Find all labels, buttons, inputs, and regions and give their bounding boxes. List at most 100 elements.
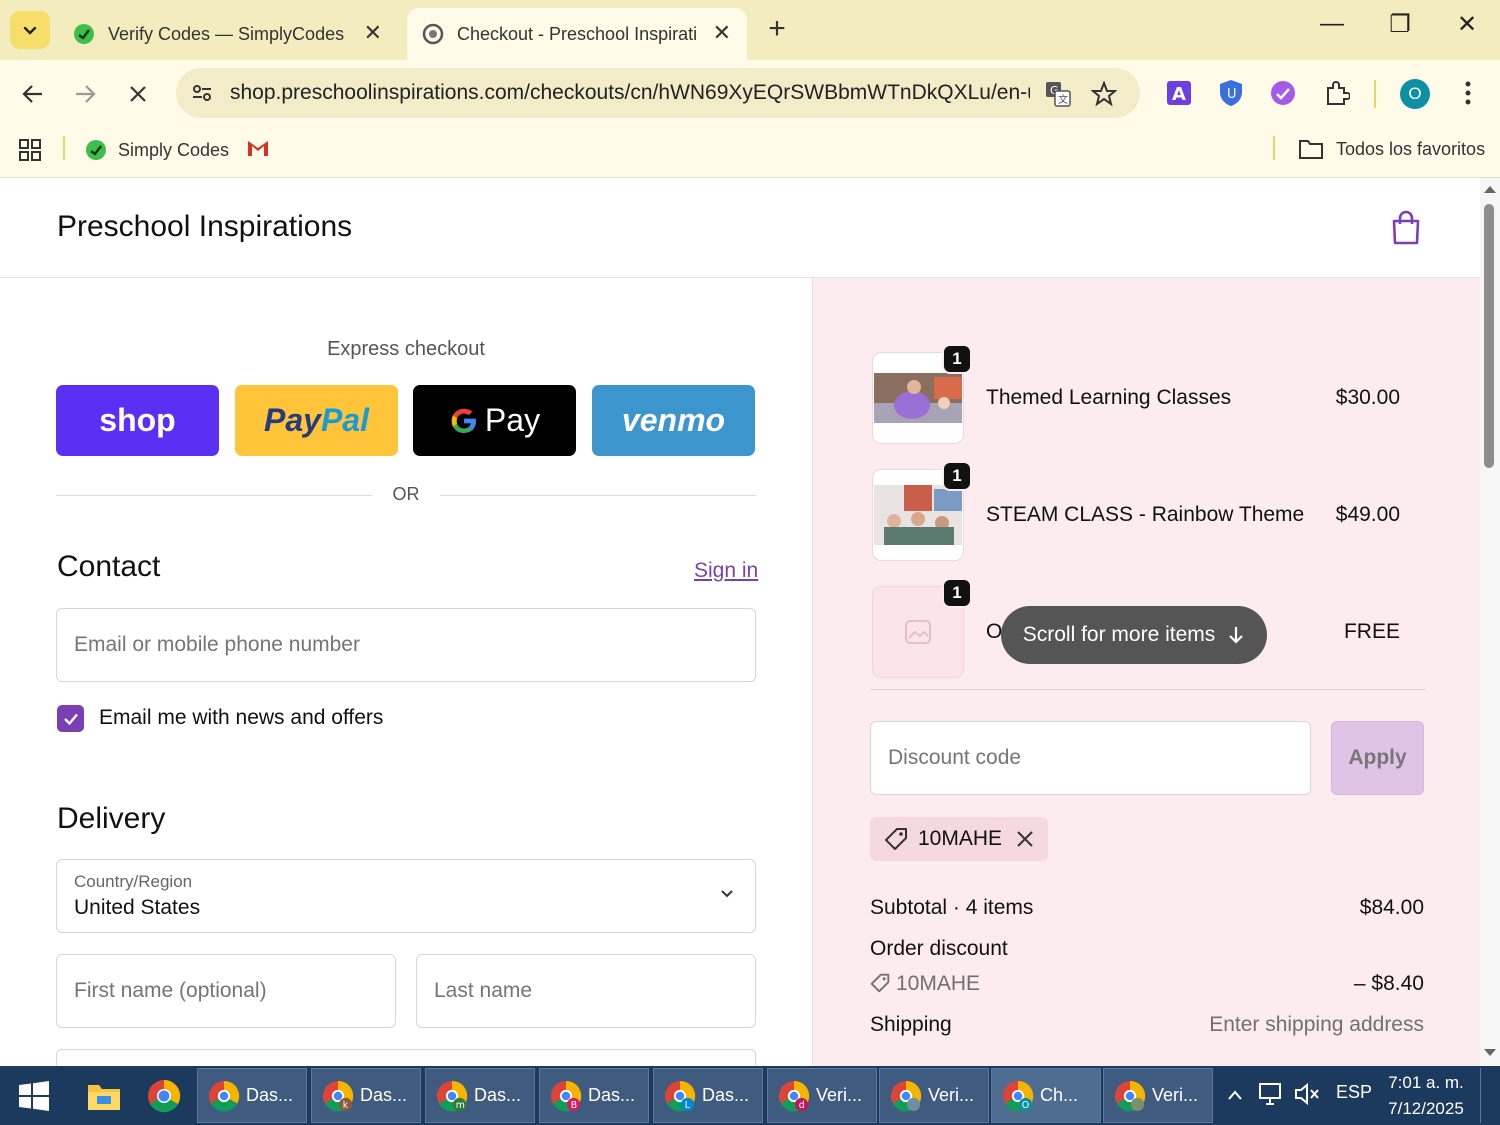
- close-icon: [130, 86, 146, 102]
- windows-start-icon[interactable]: [18, 1080, 50, 1112]
- show-hidden-icons-icon[interactable]: [1228, 1084, 1242, 1105]
- tab-bar: Verify Codes — SimplyCodes ✕ Checkout - …: [0, 0, 1500, 60]
- extensions-puzzle-icon[interactable]: [1322, 78, 1352, 108]
- venmo-button[interactable]: venmo: [592, 385, 755, 456]
- clock-date: 7/12/2025: [1388, 1099, 1464, 1118]
- applied-discount-chip: 10MAHE: [870, 817, 1049, 861]
- profile-badge: L: [685, 1100, 691, 1111]
- close-window-button[interactable]: ✕: [1447, 10, 1487, 39]
- url-text[interactable]: shop.preschoolinspirations.com/checkouts…: [230, 81, 1030, 105]
- shield-extension-icon[interactable]: U: [1216, 78, 1246, 108]
- newsletter-checkbox[interactable]: [57, 705, 84, 732]
- paypal-label-pay: Pay: [264, 402, 321, 438]
- close-tab-icon[interactable]: ✕: [364, 20, 382, 46]
- sign-in-link[interactable]: Sign in: [694, 559, 758, 583]
- store-brand[interactable]: Preschool Inspirations: [57, 210, 352, 244]
- chrome-icon: d: [778, 1080, 810, 1111]
- item-name: O: [986, 620, 1003, 643]
- google-pay-button[interactable]: Pay: [413, 385, 576, 456]
- simplycodes-extension-icon[interactable]: [1268, 78, 1298, 108]
- taskbar-app-9[interactable]: Veri...: [1103, 1068, 1213, 1123]
- taskbar-app-8-active[interactable]: O Ch...: [991, 1068, 1101, 1123]
- quantity-badge: 1: [942, 461, 972, 491]
- apply-discount-button[interactable]: Apply: [1331, 721, 1424, 795]
- shop-pay-label: shop: [99, 402, 176, 438]
- volume-muted-icon[interactable]: [1294, 1082, 1320, 1111]
- address-field[interactable]: [56, 1049, 756, 1066]
- quantity-badge: 1: [942, 344, 972, 374]
- scroll-down-icon[interactable]: [1483, 1048, 1497, 1058]
- minimize-button[interactable]: —: [1312, 10, 1352, 38]
- shopping-bag-icon[interactable]: [1390, 210, 1422, 246]
- tag-icon: [885, 828, 907, 850]
- divider-line: [440, 495, 756, 496]
- discount-code-input[interactable]: [870, 721, 1311, 795]
- subtotal-value: $84.00: [1359, 896, 1424, 919]
- bookmark-star-icon[interactable]: [1090, 80, 1118, 108]
- address-bar[interactable]: shop.preschoolinspirations.com/checkouts…: [176, 68, 1140, 118]
- extension-a-icon[interactable]: A: [1164, 78, 1194, 108]
- tab-search-button[interactable]: [10, 11, 50, 49]
- file-explorer-icon[interactable]: [84, 1076, 124, 1116]
- scroll-for-more-button[interactable]: Scroll for more items: [1001, 606, 1267, 664]
- profile-badge: O: [1022, 1100, 1029, 1111]
- page-scrollbar[interactable]: [1480, 178, 1500, 1066]
- subtotal-label: Subtotal · 4 items: [870, 896, 1034, 919]
- remove-discount-icon[interactable]: [1016, 830, 1034, 848]
- gmail-bookmark[interactable]: [246, 138, 270, 158]
- email-field[interactable]: [56, 608, 756, 682]
- page-scroll-thumb[interactable]: [1484, 204, 1494, 468]
- taskbar-app-label: Ch...: [1040, 1085, 1079, 1105]
- new-tab-button[interactable]: +: [760, 12, 794, 46]
- tab-verify-codes[interactable]: Verify Codes — SimplyCodes ✕: [58, 8, 398, 60]
- taskbar-app-1[interactable]: Das...: [197, 1068, 307, 1123]
- forward-button[interactable]: [65, 74, 105, 114]
- all-bookmarks-label: Todos los favoritos: [1336, 138, 1486, 159]
- profile-avatar[interactable]: O: [1400, 79, 1430, 109]
- country-select[interactable]: Country/Region United States: [56, 859, 756, 933]
- site-settings-icon[interactable]: [190, 81, 214, 105]
- taskbar-app-7[interactable]: Veri...: [879, 1068, 989, 1123]
- show-desktop-button[interactable]: [1480, 1068, 1498, 1123]
- bookmark-simply-codes[interactable]: Simply Codes: [84, 138, 229, 162]
- back-button[interactable]: [13, 74, 53, 114]
- windows-taskbar: Das... k Das... m Das... B Das... L Das.…: [0, 1066, 1500, 1125]
- taskbar-app-5[interactable]: L Das...: [653, 1068, 763, 1123]
- profile-badge: m: [456, 1100, 465, 1111]
- arrow-left-icon: [22, 85, 42, 103]
- folder-icon: [1299, 140, 1323, 159]
- last-name-field[interactable]: [416, 954, 756, 1028]
- apps-grid-icon[interactable]: [18, 138, 42, 162]
- taskbar-app-6[interactable]: d Veri...: [767, 1068, 877, 1123]
- google-g-icon: [451, 408, 476, 433]
- taskbar-app-3[interactable]: m Das...: [425, 1068, 535, 1123]
- paypal-button[interactable]: Pay Pal: [235, 385, 398, 456]
- or-label: OR: [392, 484, 420, 504]
- translate-icon[interactable]: G文: [1044, 80, 1072, 108]
- chrome-icon: L: [664, 1080, 696, 1111]
- venmo-label: venmo: [621, 402, 726, 438]
- tab-checkout[interactable]: Checkout - Preschool Inspiratio ✕: [407, 8, 747, 60]
- item-price: $49.00: [1335, 503, 1400, 526]
- network-icon[interactable]: [1258, 1082, 1284, 1111]
- input-language[interactable]: ESP: [1336, 1082, 1372, 1103]
- shipping-value: Enter shipping address: [1209, 1013, 1424, 1036]
- arrow-right-icon: [76, 85, 96, 103]
- taskbar-app-4[interactable]: B Das...: [539, 1068, 649, 1123]
- all-bookmarks-folder[interactable]: Todos los favoritos: [1298, 138, 1485, 160]
- subtotal-row: Subtotal · 4 items $84.00: [870, 896, 1424, 920]
- delivery-heading: Delivery: [57, 802, 166, 835]
- first-name-field[interactable]: [56, 954, 396, 1028]
- shipping-label: Shipping: [870, 1013, 952, 1036]
- browser-menu-icon[interactable]: [1453, 78, 1483, 108]
- taskbar-app-2[interactable]: k Das...: [311, 1068, 421, 1123]
- system-clock[interactable]: 7:01 a. m. 7/12/2025: [1380, 1070, 1472, 1122]
- restore-button[interactable]: ❐: [1380, 10, 1420, 39]
- shop-pay-button[interactable]: shop: [56, 385, 219, 456]
- profile-badge: B: [571, 1100, 577, 1111]
- chrome-icon: [208, 1080, 240, 1111]
- close-tab-icon[interactable]: ✕: [713, 20, 731, 46]
- scroll-up-icon[interactable]: [1483, 184, 1497, 194]
- stop-loading-button[interactable]: [118, 74, 158, 114]
- chrome-icon[interactable]: [144, 1076, 184, 1116]
